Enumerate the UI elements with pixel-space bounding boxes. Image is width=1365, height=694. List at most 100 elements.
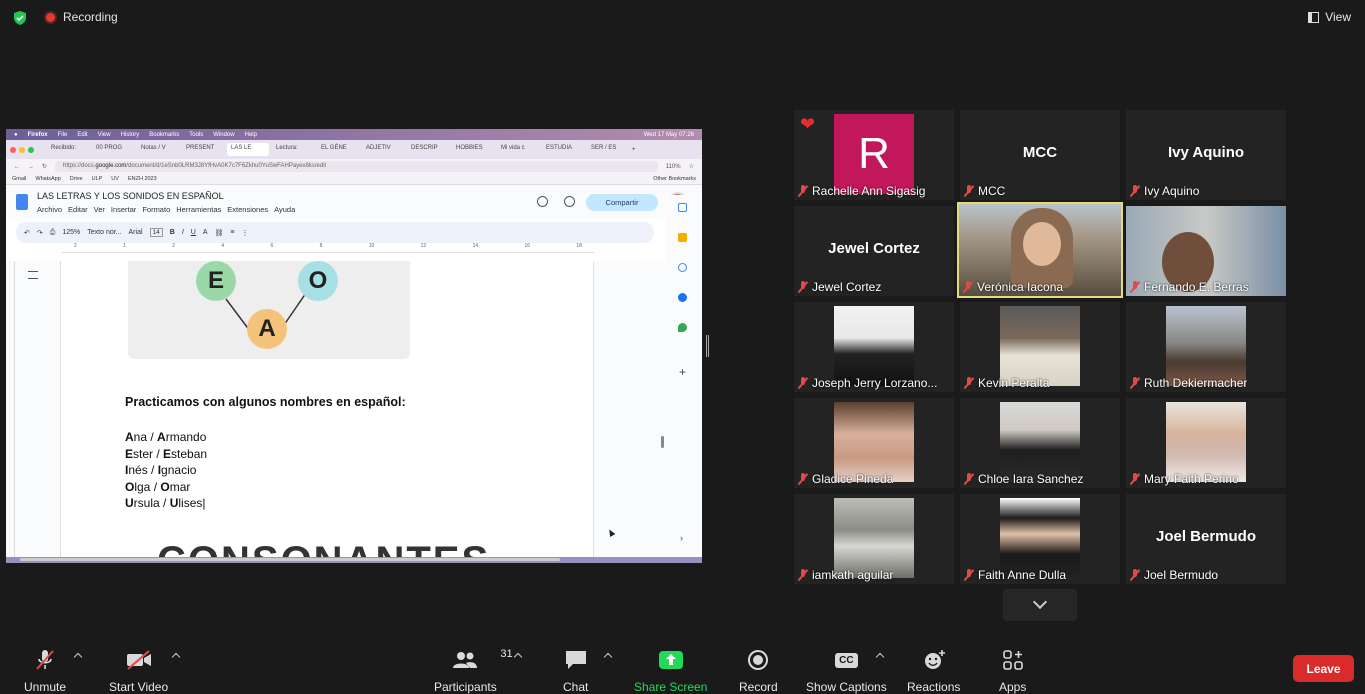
- recording-indicator[interactable]: Recording: [44, 10, 118, 24]
- participant-name: Ivy Aquino: [1144, 184, 1200, 198]
- participant-name-bar: Joel Bermudo: [1130, 568, 1218, 582]
- participant-tile[interactable]: Joseph Jerry Lorzano...: [794, 302, 954, 392]
- chat-options-caret-icon[interactable]: [603, 652, 613, 662]
- audio-options-caret-icon[interactable]: [73, 652, 83, 662]
- ruler-mark: 12: [420, 243, 427, 249]
- leave-button[interactable]: Leave: [1293, 655, 1354, 682]
- panel-expand-icon: ›: [680, 533, 683, 543]
- underline-icon: U: [190, 229, 196, 236]
- apps-label: Apps: [999, 680, 1027, 694]
- doc-menu-editar: Editar: [68, 204, 88, 214]
- start-video-button[interactable]: Start Video: [109, 648, 168, 694]
- share-screen-button[interactable]: Share Screen: [634, 648, 707, 694]
- browser-tab: SER / ES: [591, 145, 617, 151]
- show-captions-button[interactable]: CC Show Captions: [806, 648, 887, 694]
- chat-button[interactable]: Chat: [563, 648, 588, 694]
- participant-tile[interactable]: Mary Faith Perino: [1126, 398, 1286, 488]
- reactions-label: Reactions: [907, 680, 961, 694]
- participant-tile[interactable]: MCC MCC: [960, 110, 1120, 200]
- mac-menu-edit: Edit: [77, 131, 88, 138]
- google-docs-icon: [16, 194, 28, 210]
- shared-screen: ● Firefox File Edit View History Bookmar…: [6, 129, 702, 563]
- meeting-topbar: Recording View: [0, 0, 1365, 36]
- browser-tab: Mi vida c: [501, 145, 525, 151]
- doc-menu-formato: Formato: [142, 204, 171, 214]
- mac-clock: Wed 17 May 07:26: [643, 131, 694, 138]
- back-arrow-icon: ←: [14, 163, 20, 170]
- participant-photo: [1000, 306, 1080, 386]
- participant-photo: [834, 402, 914, 482]
- participant-tile[interactable]: iamkath aguilar: [794, 494, 954, 584]
- participant-tile[interactable]: Jewel Cortez Jewel Cortez: [794, 206, 954, 296]
- active-speaker-tile[interactable]: Verónica Iacona: [957, 202, 1123, 298]
- participant-name: iamkath aguilar: [812, 568, 894, 582]
- name-rest: rsula /: [133, 496, 170, 510]
- zoom-window-icon: [28, 146, 34, 153]
- participant-tile[interactable]: R ❤ Rachelle Ann Sigasig: [794, 110, 954, 200]
- mic-muted-icon: [964, 473, 974, 485]
- participant-count: 31: [500, 648, 513, 660]
- participant-display-name: Jewel Cortez: [828, 240, 920, 257]
- italic-icon: I: [181, 229, 184, 236]
- participant-tile[interactable]: Chloe Iara Sanchez: [960, 398, 1120, 488]
- participant-tile[interactable]: Fernando E. Berras: [1126, 206, 1286, 296]
- heart-reaction-icon: ❤: [800, 114, 816, 134]
- mic-muted-icon: [1130, 473, 1140, 485]
- ruler-mark: 2: [172, 243, 176, 249]
- other-bookmarks: Other Bookmarks: [653, 176, 696, 182]
- view-button[interactable]: View: [1308, 10, 1351, 24]
- start-video-label: Start Video: [109, 680, 169, 694]
- apps-button[interactable]: Apps: [999, 648, 1026, 694]
- split-view-divider[interactable]: [706, 335, 709, 357]
- docs-toolbar: ↶ ↷ ⎙ 125% Texto nor... Arial 14 B I U A…: [16, 222, 654, 243]
- participant-name-bar: iamkath aguilar: [798, 568, 893, 582]
- doc-font-select: Arial: [128, 229, 143, 236]
- ruler-mark: 1: [123, 243, 126, 249]
- recording-label: Recording: [63, 10, 118, 24]
- ruler-mark: 16: [524, 243, 531, 249]
- participants-options-caret-icon[interactable]: [513, 652, 523, 662]
- new-tab-icon: +: [632, 146, 636, 153]
- participant-tile[interactable]: Ivy Aquino Ivy Aquino: [1126, 110, 1286, 200]
- comments-icon: [564, 196, 575, 207]
- browser-tab: Lectura:: [276, 145, 298, 151]
- minimize-window-icon: [19, 146, 25, 153]
- participants-label: Participants: [434, 680, 497, 694]
- window-controls: [10, 146, 34, 153]
- video-options-caret-icon[interactable]: [171, 652, 181, 662]
- mouse-cursor-icon: [606, 527, 616, 538]
- browser-tabstrip: Recibido: 00 PROG Notas / V PRESENT LAS …: [6, 140, 702, 159]
- docs-header: LAS LETRAS Y LOS SONIDOS EN ESPAÑOL Arch…: [6, 185, 702, 219]
- doc-zoom: 125%: [62, 229, 81, 236]
- share-screen-icon: [658, 648, 684, 672]
- participant-photo: [1166, 306, 1246, 386]
- participant-tile[interactable]: Kevin Peralta: [960, 302, 1120, 392]
- reactions-smiley-icon: [922, 648, 946, 672]
- mac-menu-help: Help: [244, 131, 257, 138]
- gallery-next-page-button[interactable]: [1003, 589, 1077, 621]
- vertical-ruler: [9, 261, 15, 563]
- doc-share-button: Compartir: [586, 194, 658, 211]
- participant-name-bar: MCC: [964, 184, 1005, 198]
- doc-font-size: 14: [149, 228, 163, 237]
- security-shield-icon[interactable]: [12, 10, 28, 26]
- participant-tile[interactable]: Ruth Dekiermacher: [1126, 302, 1286, 392]
- participant-tile[interactable]: Faith Anne Dulla: [960, 494, 1120, 584]
- text-color-icon: A: [202, 229, 208, 236]
- participant-tile[interactable]: Joel Bermudo Joel Bermudo: [1126, 494, 1286, 584]
- doc-menu-insertar: Insertar: [110, 204, 137, 214]
- unmute-button[interactable]: Unmute: [24, 648, 66, 694]
- mic-muted-icon: [964, 185, 974, 197]
- calendar-icon: [678, 203, 687, 212]
- mic-muted-icon: [798, 185, 808, 197]
- url-prefix: https://docs.: [63, 163, 96, 169]
- mic-muted-icon: [1130, 377, 1140, 389]
- participants-button[interactable]: 31 Participants: [434, 648, 513, 694]
- participant-name: Mary Faith Perino: [1144, 472, 1239, 486]
- reactions-button[interactable]: Reactions: [907, 648, 960, 694]
- record-button[interactable]: Record: [739, 648, 778, 694]
- participant-name: Joseph Jerry Lorzano...: [812, 376, 938, 390]
- participant-tile[interactable]: Gladice Pineda: [794, 398, 954, 488]
- meeting-controls: Unmute Start Video 31 Participants Chat …: [0, 640, 1365, 694]
- view-label: View: [1325, 10, 1351, 24]
